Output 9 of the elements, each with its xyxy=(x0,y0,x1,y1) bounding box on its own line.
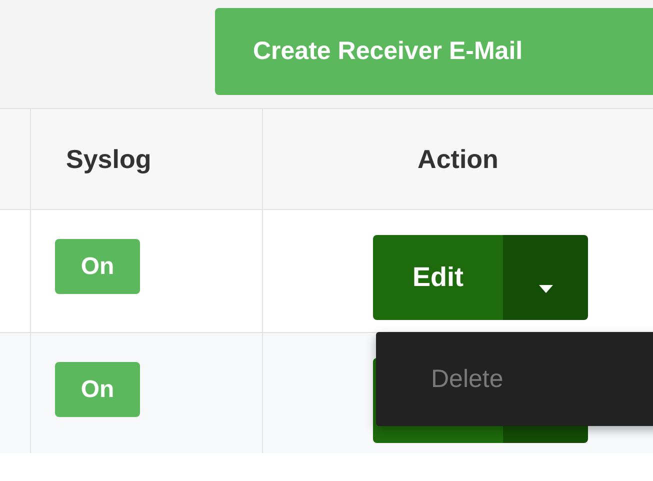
column-header: Action xyxy=(418,144,498,174)
edit-button[interactable]: Edit xyxy=(373,235,503,320)
column-header: Syslog xyxy=(66,144,152,174)
create-receiver-button[interactable]: Create Receiver E-Mail xyxy=(215,8,653,95)
dropdown-toggle-button[interactable] xyxy=(503,235,588,320)
caret-icon xyxy=(538,284,552,292)
status-badge: On xyxy=(55,362,140,417)
status-badge: On xyxy=(55,239,140,294)
menu-item[interactable]: Delete xyxy=(376,364,653,394)
